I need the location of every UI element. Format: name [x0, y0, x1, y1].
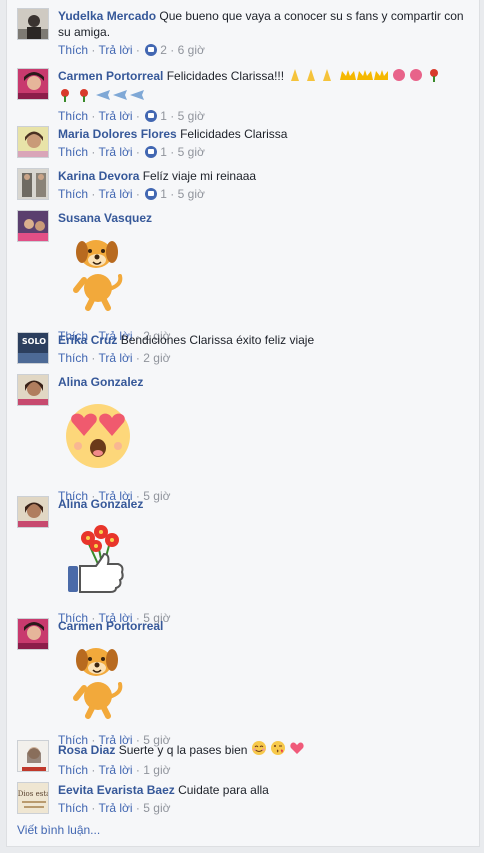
comment-time[interactable]: 1 giờ [143, 763, 170, 777]
dog-sticker[interactable] [58, 640, 138, 720]
comment-author[interactable]: Eevita Evarista Baez [58, 783, 175, 797]
avatar[interactable] [17, 740, 49, 772]
comment-meta: Thích · Trả lời · 1 · 5 giờ [58, 145, 205, 159]
comment-time[interactable]: 6 giờ [178, 43, 205, 57]
reply-link[interactable]: Trả lời [98, 801, 132, 815]
crown-icon [339, 68, 389, 86]
comment-author[interactable]: Carmen Portorreal [58, 619, 163, 633]
comment-meta: Thích · Trả lời · 2 · 6 giờ [58, 43, 205, 57]
like-count[interactable]: 1 [160, 109, 167, 123]
like-icon [145, 44, 158, 56]
comment-author[interactable]: Karina Devora [58, 169, 139, 183]
comment-author[interactable]: Alina Gonzalez [58, 497, 143, 511]
comment-author[interactable]: Erika Cruz [58, 333, 117, 347]
write-comment-link[interactable]: Viết bình luận... [17, 823, 100, 837]
like-link[interactable]: Thích [58, 187, 88, 201]
comment-time[interactable]: 5 giờ [143, 801, 170, 815]
comment-author[interactable]: Yudelka Mercado [58, 9, 156, 23]
avatar[interactable] [17, 8, 49, 40]
avatar[interactable] [17, 374, 49, 406]
avatar-label: SOLO [22, 337, 46, 346]
comment-meta: Thích · Trả lời · 1 · 5 giờ [58, 109, 205, 123]
like-link[interactable]: Thích [58, 763, 88, 777]
comment-meta: Thích · Trả lời · 1 · 5 giờ [58, 187, 205, 201]
like-link[interactable]: Thích [58, 351, 88, 365]
like-link[interactable]: Thích [58, 43, 88, 57]
like-link[interactable]: Thích [58, 145, 88, 159]
avatar[interactable] [17, 126, 49, 158]
flowers-thumbs-up-sticker[interactable] [58, 518, 138, 598]
comments-panel: Yudelka Mercado Que bueno que vaya a con… [6, 0, 480, 847]
comment-time[interactable]: 2 giờ [143, 351, 170, 365]
reply-link[interactable]: Trả lời [98, 109, 132, 123]
airplane-icon [95, 88, 147, 106]
like-count[interactable]: 1 [160, 187, 167, 201]
like-icon [145, 146, 158, 158]
comment-author[interactable]: Susana Vasquez [58, 211, 152, 225]
kissing-face-icon [270, 740, 286, 760]
comment-author[interactable]: Alina Gonzalez [58, 375, 143, 389]
avatar-label: Dios está [18, 790, 49, 798]
comment-text: Felicidades Clarissa [180, 127, 288, 141]
reply-link[interactable]: Trả lời [98, 351, 132, 365]
rose-icon [58, 88, 92, 106]
praying-hands-icon [287, 68, 335, 86]
comment-meta: Thích · Trả lời · 5 giờ [58, 801, 171, 815]
comment-time[interactable]: 5 giờ [178, 145, 205, 159]
comment-author[interactable]: Rosa Diaz [58, 743, 115, 757]
avatar[interactable] [17, 168, 49, 200]
heart-icon [289, 740, 305, 760]
like-link[interactable]: Thích [58, 801, 88, 815]
avatar[interactable] [17, 618, 49, 650]
comment-author[interactable]: Carmen Portorreal [58, 69, 163, 83]
like-icon [145, 110, 158, 122]
like-count[interactable]: 2 [160, 43, 167, 57]
avatar[interactable] [17, 68, 49, 100]
reply-link[interactable]: Trả lời [98, 187, 132, 201]
flower-icon [392, 68, 446, 86]
comment-text: Bendiciones Clarissa éxito feliz viaje [120, 333, 315, 347]
comment-text: Felicidades Clarissa!!! [166, 69, 285, 83]
comment-text: Cuidate para alla [178, 783, 269, 797]
like-icon [145, 188, 158, 200]
like-link[interactable]: Thích [58, 109, 88, 123]
avatar[interactable] [17, 210, 49, 242]
comment-time[interactable]: 5 giờ [178, 109, 205, 123]
avatar[interactable] [17, 496, 49, 528]
comment-time[interactable]: 5 giờ [178, 187, 205, 201]
comment-text: Felíz viaje mi reinaaa [142, 169, 257, 183]
reply-link[interactable]: Trả lời [98, 145, 132, 159]
heart-eyes-sticker[interactable] [58, 396, 138, 476]
reply-link[interactable]: Trả lời [98, 763, 132, 777]
dog-sticker[interactable] [58, 232, 138, 312]
avatar[interactable]: Dios está [17, 782, 49, 814]
comment-author[interactable]: Maria Dolores Flores [58, 127, 177, 141]
avatar[interactable]: SOLO [17, 332, 49, 364]
smiling-face-icon [251, 740, 267, 760]
comment-meta: Thích · Trả lời · 1 giờ [58, 763, 171, 777]
like-count[interactable]: 1 [160, 145, 167, 159]
reply-link[interactable]: Trả lời [98, 43, 132, 57]
comment-meta: Thích · Trả lời · 2 giờ [58, 351, 171, 365]
comment-text: Suerte y q la pases bien [118, 743, 248, 757]
